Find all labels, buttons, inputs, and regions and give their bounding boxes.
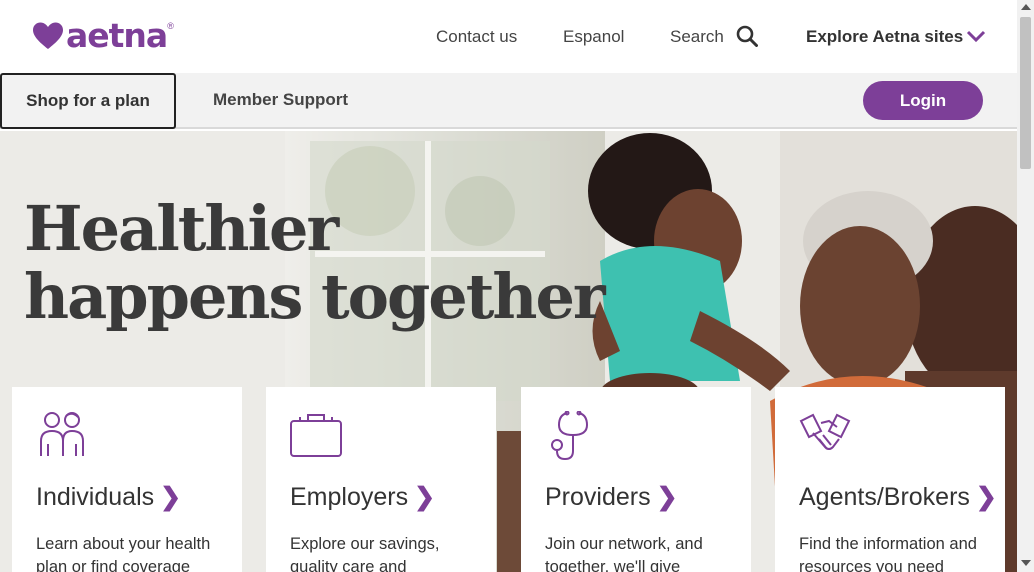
contact-us-link[interactable]: Contact us [436,26,517,48]
card-title-text: Providers [545,483,651,511]
chevron-right-icon: ❯ [414,483,436,511]
logo-wordmark: aetna [66,16,168,55]
member-support-tab[interactable]: Member Support [213,90,348,110]
card-employers[interactable]: Employers ❯ Explore our savings, quality … [266,387,496,572]
scroll-down-arrow-icon[interactable] [1021,560,1031,566]
chevron-right-icon: ❯ [975,483,997,511]
aetna-logo[interactable]: aetna ® [32,18,174,54]
card-title[interactable]: Agents/Brokers ❯ [799,482,997,512]
explore-aetna-sites-menu[interactable]: Explore Aetna sites [806,26,963,48]
registered-mark: ® [167,21,174,31]
search-link[interactable]: Search [670,26,724,48]
chevron-right-icon: ❯ [656,483,678,511]
main-nav: Shop for a plan Member Support Login [0,73,1017,129]
card-title[interactable]: Individuals ❯ [36,482,181,512]
login-button[interactable]: Login [863,81,983,120]
hero-headline-line-1: Healthier [24,192,339,265]
card-title-text: Agents/Brokers [799,483,970,511]
hero-headline-line-2: happens together [24,260,606,333]
vertical-scrollbar[interactable] [1017,0,1034,572]
card-description: Learn about your health plan or find cov… [36,535,211,572]
scrollbar-thumb[interactable] [1020,17,1031,169]
chevron-right-icon: ❯ [160,483,182,511]
handshake-icon [799,413,851,450]
card-description: Explore our savings, quality care and [290,535,440,572]
stethoscope-icon [551,411,589,461]
scroll-up-arrow-icon[interactable] [1021,4,1031,10]
espanol-link[interactable]: Espanol [563,26,624,48]
top-header: aetna ® Contact us Espanol Search Explor… [0,0,1017,73]
heart-icon [33,22,63,49]
card-description: Find the information and resources you n… [799,535,977,572]
card-title[interactable]: Employers ❯ [290,482,435,512]
aetna-homepage: aetna ® Contact us Espanol Search Explor… [0,0,1034,572]
card-description: Join our network, and together, we'll gi… [545,535,703,572]
hero-headline: Healthier happens together [24,192,606,333]
card-title-text: Employers [290,483,409,511]
search-icon[interactable] [736,25,758,47]
card-title-text: Individuals [36,483,155,511]
card-providers[interactable]: Providers ❯ Join our network, and togethe… [521,387,751,572]
card-title[interactable]: Providers ❯ [545,482,678,512]
chevron-down-icon[interactable] [966,28,986,44]
briefcase-icon [290,414,342,457]
card-agents-brokers[interactable]: Agents/Brokers ❯ Find the information and… [775,387,1005,572]
card-individuals[interactable]: Individuals ❯ Learn about your health pla… [12,387,242,572]
people-icon [40,412,84,456]
shop-for-a-plan-tab[interactable]: Shop for a plan [0,73,176,129]
